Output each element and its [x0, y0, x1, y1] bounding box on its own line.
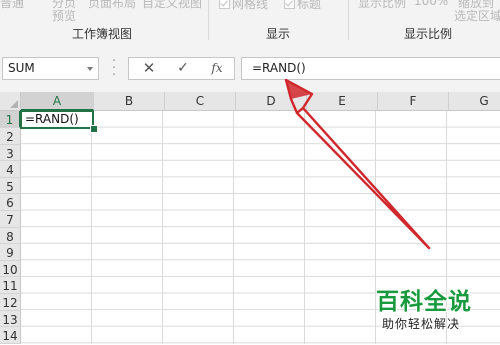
column-header-d[interactable]: D	[236, 92, 307, 111]
headings-checkbox[interactable]: 标题	[284, 0, 321, 12]
row-header-1[interactable]: 1	[0, 111, 21, 128]
group-label-workbook-views: 工作簿视图	[72, 27, 133, 41]
row-header-12[interactable]: 12	[0, 294, 21, 311]
checkbox-icon	[219, 0, 230, 9]
group-label-show: 显示	[266, 27, 291, 41]
row-header-8[interactable]: 8	[0, 228, 21, 244]
view-pagebreak-preview-label: 预览	[52, 9, 77, 23]
column-header-c[interactable]: C	[165, 92, 236, 111]
row-header-7[interactable]: 7	[0, 211, 21, 228]
name-box[interactable]: SUM	[2, 57, 99, 80]
name-box-value: SUM	[8, 61, 35, 75]
cancel-icon[interactable]: ✕	[135, 58, 163, 79]
view-normal-button[interactable]: 普通	[0, 0, 24, 11]
fill-handle[interactable]	[90, 125, 98, 133]
select-all-button[interactable]	[0, 92, 21, 111]
ribbon: 普通 分页 预览 页面布局 自定义视图 网格线 标题 显示比例 100% 缩放到…	[0, 0, 500, 47]
column-header-e[interactable]: E	[307, 92, 378, 111]
watermark-subtitle: 助你轻松解决	[382, 317, 461, 331]
row-header-6[interactable]: 6	[0, 194, 21, 211]
zoom-to-selection-label: 选定区域	[454, 9, 500, 23]
chevron-down-icon[interactable]	[87, 67, 93, 71]
ribbon-separator	[348, 0, 349, 40]
row-header-11[interactable]: 11	[0, 277, 21, 294]
row-header-14[interactable]: 14	[0, 327, 21, 344]
view-custom-button[interactable]: 自定义视图	[142, 0, 202, 11]
drag-handle-icon[interactable]: · · ·	[112, 55, 116, 82]
view-pagelayout-button[interactable]: 页面布局	[88, 0, 136, 11]
column-header-g[interactable]: G	[449, 92, 500, 111]
watermark-title: 百科全说	[376, 289, 472, 315]
column-header-f[interactable]: F	[378, 92, 449, 111]
row-header-13[interactable]: 13	[0, 311, 21, 327]
zoom-button[interactable]: 显示比例	[358, 0, 406, 11]
formula-bar: SUM · · · ✕ ✓ fx =RAND()	[0, 46, 500, 92]
gridlines-checkbox[interactable]: 网格线	[219, 0, 268, 12]
ribbon-separator	[208, 0, 209, 40]
row-header-9[interactable]: 9	[0, 244, 21, 261]
row-header-5[interactable]: 5	[0, 178, 21, 194]
formula-input[interactable]: =RAND()	[241, 57, 500, 80]
active-cell-a1[interactable]: =RAND()	[20, 110, 94, 129]
checkbox-icon	[284, 0, 295, 9]
row-header-4[interactable]: 4	[0, 161, 21, 178]
row-header-2[interactable]: 2	[0, 128, 21, 145]
column-header-b[interactable]: B	[94, 92, 165, 111]
row-header-3[interactable]: 3	[0, 145, 21, 161]
enter-icon[interactable]: ✓	[169, 58, 197, 79]
zoom-100-button[interactable]: 100%	[414, 0, 448, 8]
formula-buttons: ✕ ✓ fx	[128, 57, 235, 80]
group-label-zoom: 显示比例	[404, 27, 453, 41]
row-header-10[interactable]: 10	[0, 261, 21, 277]
column-header-a[interactable]: A	[21, 92, 94, 111]
watermark-logo: 百科全说 助你轻松解决	[372, 280, 500, 344]
insert-function-icon[interactable]: fx	[203, 58, 231, 79]
